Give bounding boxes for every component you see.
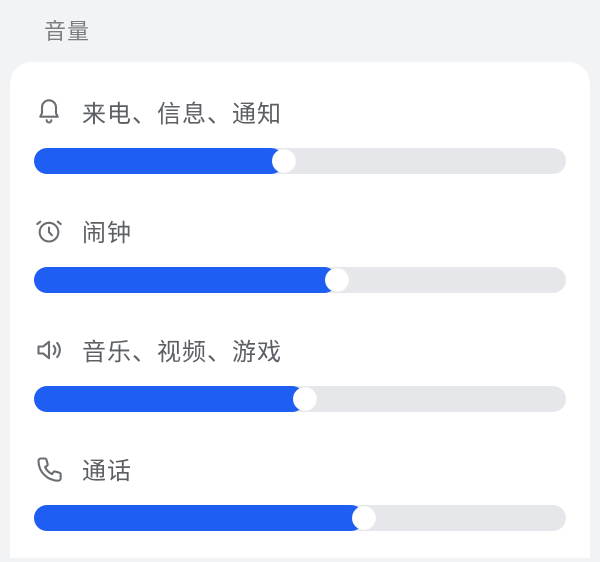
volume-row-alarm: 闹钟 <box>34 201 566 320</box>
row-text: 闹钟 <box>82 213 132 248</box>
row-label: 闹钟 <box>34 213 566 248</box>
media-slider[interactable] <box>34 383 566 415</box>
speaker-icon <box>34 335 64 365</box>
row-text: 来电、信息、通知 <box>82 94 282 129</box>
slider-fill <box>34 386 305 412</box>
slider-thumb[interactable] <box>293 387 317 411</box>
alarm-icon <box>34 216 64 246</box>
volume-row-ringtone: 来电、信息、通知 <box>34 82 566 201</box>
phone-icon <box>34 454 64 484</box>
slider-fill <box>34 505 364 531</box>
slider-thumb[interactable] <box>272 149 296 173</box>
alarm-slider[interactable] <box>34 264 566 296</box>
volume-card: 来电、信息、通知 闹钟 音乐、视频、游戏 <box>10 62 590 558</box>
slider-fill <box>34 148 284 174</box>
row-text: 音乐、视频、游戏 <box>82 332 282 367</box>
slider-fill <box>34 267 337 293</box>
slider-thumb[interactable] <box>352 506 376 530</box>
slider-thumb[interactable] <box>325 268 349 292</box>
row-label: 音乐、视频、游戏 <box>34 332 566 367</box>
row-text: 通话 <box>82 451 132 486</box>
section-header: 音量 <box>0 0 600 46</box>
volume-row-media: 音乐、视频、游戏 <box>34 320 566 439</box>
ringtone-slider[interactable] <box>34 145 566 177</box>
row-label: 来电、信息、通知 <box>34 94 566 129</box>
volume-row-call: 通话 <box>34 439 566 558</box>
row-label: 通话 <box>34 451 566 486</box>
call-slider[interactable] <box>34 502 566 534</box>
bell-icon <box>34 97 64 127</box>
